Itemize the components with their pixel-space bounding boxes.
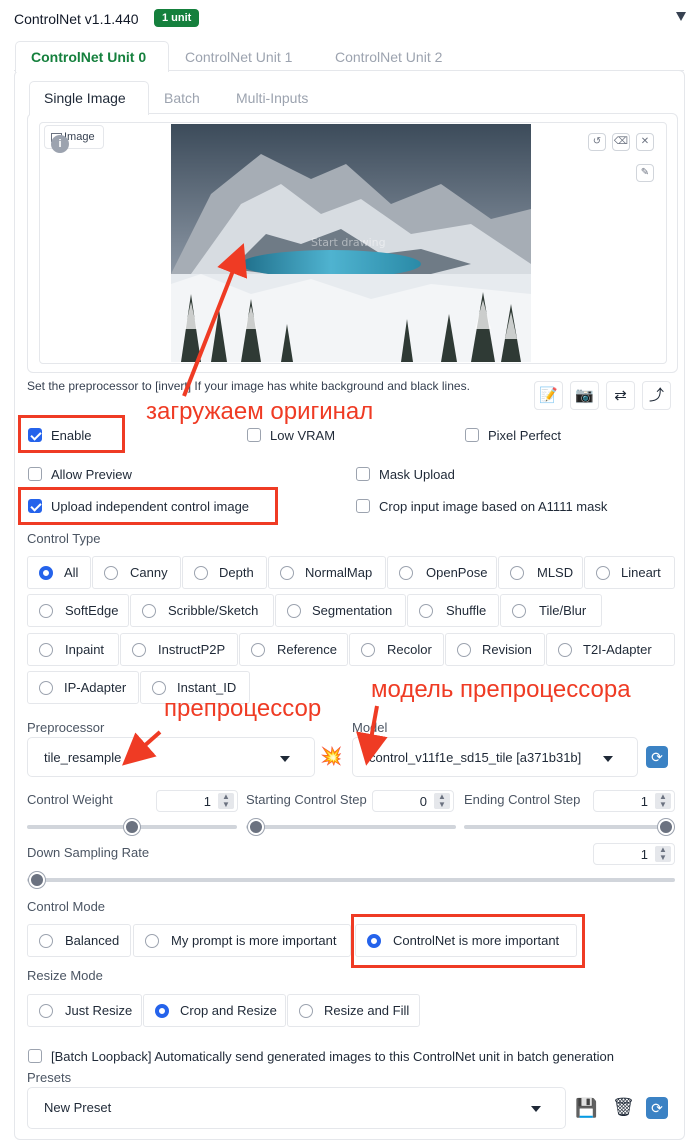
- annotation-arrows: [122, 243, 388, 766]
- arrow-to-model: [356, 705, 388, 766]
- arrow-to-image: [182, 243, 248, 397]
- arrow-to-preprocessor: [122, 730, 162, 766]
